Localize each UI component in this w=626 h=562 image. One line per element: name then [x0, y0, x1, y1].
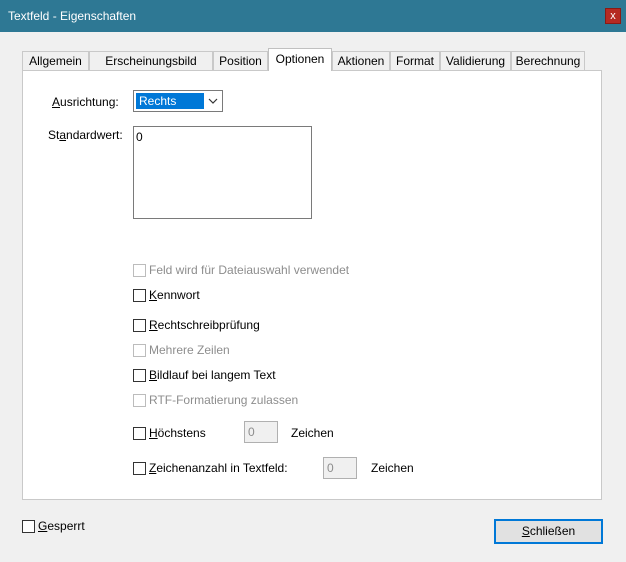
- spellcheck-label: Rechtschreibprüfung: [149, 318, 260, 332]
- comb-unit: Zeichen: [371, 461, 414, 475]
- max-chars-label: Höchstens: [149, 426, 206, 440]
- tab-format[interactable]: Format: [390, 51, 440, 71]
- password-checkbox[interactable]: [133, 289, 146, 302]
- file-select-label: Feld wird für Dateiauswahl verwendet: [149, 263, 350, 277]
- locked-checkbox[interactable]: [22, 520, 35, 533]
- scroll-long-text-checkbox[interactable]: [133, 369, 146, 382]
- tab-validierung[interactable]: Validierung: [440, 51, 511, 71]
- tab-erscheinungsbild[interactable]: Erscheinungsbild: [89, 51, 213, 71]
- max-chars-checkbox[interactable]: [133, 427, 146, 440]
- rtf-checkbox[interactable]: [133, 394, 146, 407]
- close-window-button[interactable]: x: [605, 8, 621, 24]
- tab-allgemein[interactable]: Allgemein: [22, 51, 89, 71]
- max-chars-input[interactable]: 0: [244, 421, 278, 443]
- window-title: Textfeld - Eigenschaften: [8, 9, 137, 23]
- locked-label: Gesperrt: [38, 519, 85, 533]
- rtf-label: RTF-Formatierung zulassen: [149, 393, 299, 407]
- comb-input[interactable]: 0: [323, 457, 357, 479]
- tab-position[interactable]: Position: [213, 51, 268, 71]
- title-bar: Textfeld - Eigenschaften x: [0, 0, 626, 32]
- default-value-textarea[interactable]: 0: [133, 126, 312, 219]
- scroll-long-text-label: Bildlauf bei langem Text: [149, 368, 276, 382]
- chevron-down-icon: [208, 98, 218, 104]
- multiline-label: Mehrere Zeilen: [149, 343, 230, 357]
- alignment-select[interactable]: Rechts: [133, 90, 223, 112]
- close-button[interactable]: Schließen: [494, 519, 603, 544]
- max-chars-unit: Zeichen: [291, 426, 334, 440]
- alignment-value: Rechts: [136, 93, 204, 109]
- alignment-label: Ausrichtung:: [52, 95, 119, 109]
- spellcheck-checkbox[interactable]: [133, 319, 146, 332]
- default-value-label: Standardwert:: [48, 128, 123, 142]
- file-select-checkbox[interactable]: [133, 264, 146, 277]
- tab-optionen[interactable]: Optionen: [268, 48, 332, 71]
- comb-label: Zeichenanzahl in Textfeld:: [149, 461, 288, 475]
- multiline-checkbox[interactable]: [133, 344, 146, 357]
- password-label: Kennwort: [149, 288, 200, 302]
- tab-berechnung[interactable]: Berechnung: [511, 51, 585, 71]
- tab-aktionen[interactable]: Aktionen: [332, 51, 390, 71]
- comb-checkbox[interactable]: [133, 462, 146, 475]
